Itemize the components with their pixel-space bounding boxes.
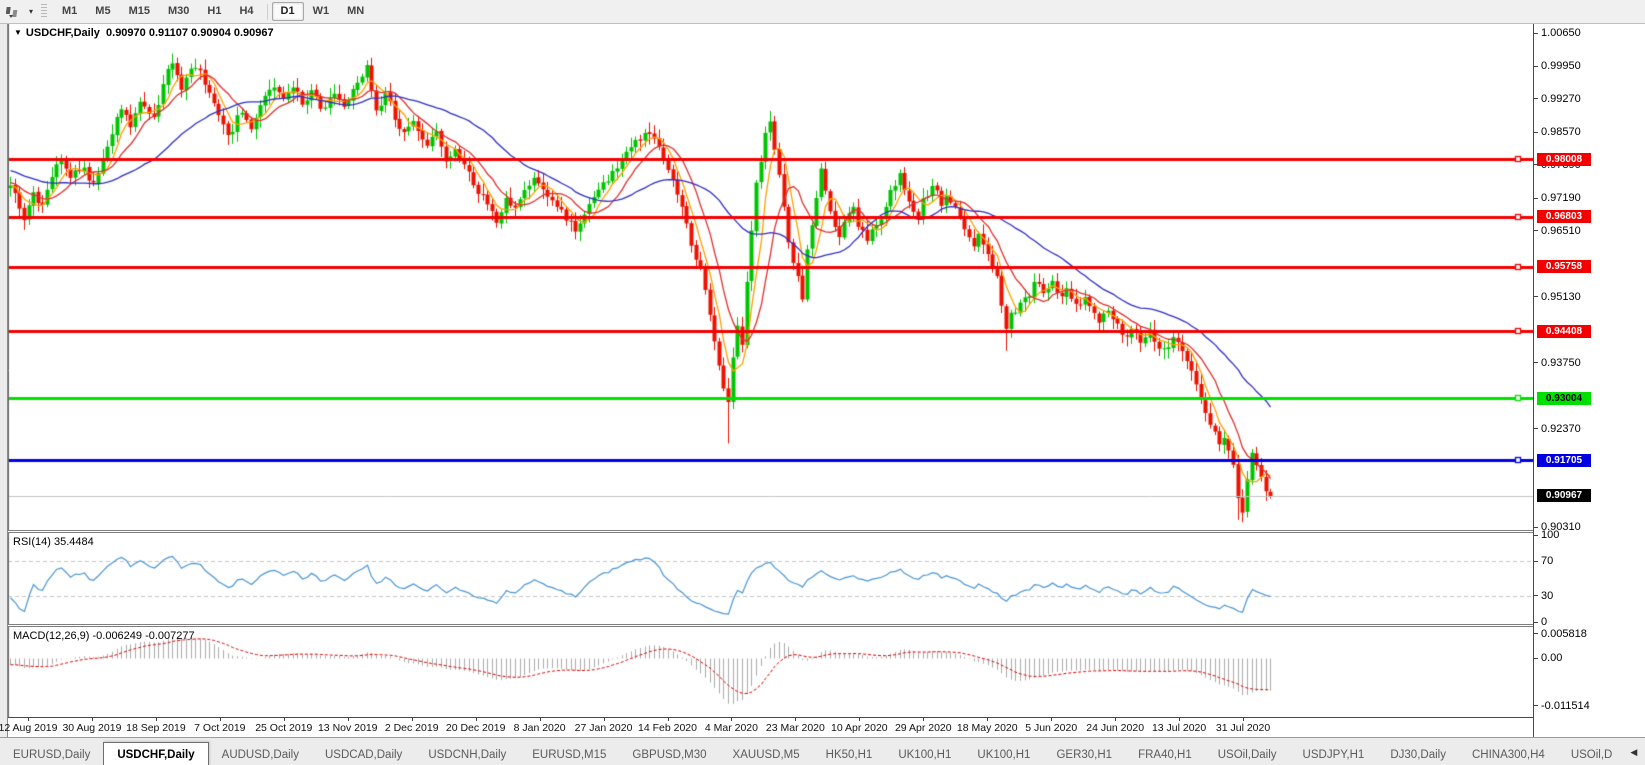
price-tick: 0.98570 (1534, 126, 1581, 138)
hline-price-tag[interactable]: 0.91705 (1537, 454, 1591, 467)
tab-scroll-left-icon[interactable]: ◀ (1625, 744, 1642, 761)
date-tick-mark (156, 718, 157, 721)
mt4-window: ▾ M1M5M15M30H1H4 D1W1MN ▼ USDCHF,Daily 0.9… (0, 0, 1645, 765)
pane-separator-macd[interactable] (8, 624, 1645, 627)
rsi-scale-tick: 100 (1534, 529, 1559, 541)
date-tick-mark (92, 718, 93, 721)
chart-title: ▼ USDCHF,Daily 0.90970 0.91107 0.90904 0.… (14, 27, 274, 39)
chart-tab-bar: EURUSD,DailyUSDCHF,DailyAUDUSD,DailyUSDC… (0, 737, 1645, 765)
tab-usdjpy-h1[interactable]: USDJPY,H1 (1290, 745, 1378, 765)
hline-price-tag[interactable]: 0.95758 (1537, 260, 1591, 273)
macd-values: -0.006249 -0.007277 (92, 630, 194, 642)
price-tick: 0.99950 (1534, 60, 1581, 72)
timeframe-button-h4[interactable]: H4 (230, 2, 262, 21)
current-price-tag: 0.90967 (1537, 489, 1591, 502)
toolbar-grip[interactable] (41, 4, 47, 19)
date-tick-label: 31 Jul 2020 (1198, 722, 1288, 734)
price-tick: 0.96510 (1534, 225, 1581, 237)
macd-indicator-label: MACD(12,26,9) -0.006249 -0.007277 (13, 630, 195, 642)
timeframe-button-w1[interactable]: W1 (304, 2, 339, 21)
rsi-scale-tick: 30 (1534, 590, 1553, 602)
timeframe-button-h1[interactable]: H1 (198, 2, 230, 21)
toolbar-group-divider (267, 4, 268, 20)
hline-price-tag[interactable]: 0.93004 (1537, 392, 1591, 405)
tab-gbpusd-m30[interactable]: GBPUSD,M30 (619, 745, 719, 765)
hline-price-tag[interactable]: 0.96803 (1537, 210, 1591, 223)
date-tick-mark (795, 718, 796, 721)
date-tick-mark (1051, 718, 1052, 721)
tab-usdcad-daily[interactable]: USDCAD,Daily (312, 745, 415, 765)
rsi-value: 35.4484 (54, 536, 94, 548)
tab-fra40-h1[interactable]: FRA40,H1 (1125, 745, 1205, 765)
macd-scale-tick: 0.00 (1534, 652, 1562, 664)
rsi-scale-tick: 0 (1534, 616, 1547, 628)
date-tick-mark (1179, 718, 1180, 721)
date-tick-mark (412, 718, 413, 721)
date-tick-mark (859, 718, 860, 721)
tab-dj30-daily[interactable]: DJ30,Daily (1377, 745, 1459, 765)
tab-uk100-h1[interactable]: UK100,H1 (885, 745, 964, 765)
tab-audusd-daily[interactable]: AUDUSD,Daily (209, 745, 312, 765)
tab-eurusd-daily[interactable]: EURUSD,Daily (0, 745, 103, 765)
tab-usoil-d[interactable]: USOil,D (1558, 745, 1626, 765)
date-tick-mark (540, 718, 541, 721)
pane-separator-rsi[interactable] (8, 530, 1645, 533)
timeframe-button-m5[interactable]: M5 (86, 2, 119, 21)
price-tick: 1.00650 (1534, 27, 1581, 39)
tab-usdchf-daily[interactable]: USDCHF,Daily (103, 742, 208, 765)
chart-quote-ohlc: 0.90970 0.91107 0.90904 0.90967 (106, 27, 274, 39)
tab-hk50-h1[interactable]: HK50,H1 (813, 745, 886, 765)
date-tick-mark (668, 718, 669, 721)
rsi-indicator-label: RSI(14) 35.4484 (13, 536, 94, 548)
tab-usdcnh-daily[interactable]: USDCNH,Daily (415, 745, 519, 765)
date-axis: 12 Aug 201930 Aug 201918 Sep 20197 Oct 2… (8, 717, 1533, 737)
timeframe-buttons: M1M5M15M30H1H4 D1W1MN (53, 2, 373, 21)
timeframe-button-mn[interactable]: MN (338, 2, 373, 21)
macd-scale-tick: -0.011514 (1534, 700, 1590, 712)
date-tick-mark (28, 718, 29, 721)
chart-symbol-label: USDCHF,Daily (26, 27, 100, 39)
date-tick-mark (604, 718, 605, 721)
date-tick-mark (348, 718, 349, 721)
tab-china300-h4[interactable]: CHINA300,H4 (1459, 745, 1558, 765)
date-tick-mark (987, 718, 988, 721)
toolbar: ▾ M1M5M15M30H1H4 D1W1MN (0, 0, 1645, 24)
price-axis: 1.006500.999500.992700.985700.978900.971… (1533, 24, 1645, 737)
tab-uk100-h1[interactable]: UK100,H1 (964, 745, 1043, 765)
date-tick-mark (731, 718, 732, 721)
tab-eurusd-m15[interactable]: EURUSD,M15 (519, 745, 619, 765)
date-tick-mark (1243, 718, 1244, 721)
price-tick: 0.93750 (1534, 357, 1581, 369)
hline-price-tag[interactable]: 0.98008 (1537, 153, 1591, 166)
chart-canvas[interactable] (8, 24, 1533, 717)
symbol-dropdown-icon[interactable]: ▼ (14, 28, 22, 37)
date-tick-mark (923, 718, 924, 721)
tab-xauusd-m5[interactable]: XAUUSD,M5 (720, 745, 813, 765)
price-tick: 0.99270 (1534, 93, 1581, 105)
tab-ger30-h1[interactable]: GER30,H1 (1043, 745, 1125, 765)
window-left-edge (0, 23, 8, 737)
date-tick-mark (476, 718, 477, 721)
macd-name: MACD(12,26,9) (13, 630, 89, 642)
timeframe-button-m15[interactable]: M15 (120, 2, 159, 21)
price-tick: 0.95130 (1534, 291, 1581, 303)
rsi-scale-tick: 70 (1534, 555, 1553, 567)
price-tick: 0.92370 (1534, 423, 1581, 435)
hline-price-tag[interactable]: 0.94408 (1537, 325, 1591, 338)
date-tick-mark (220, 718, 221, 721)
toolbar-dropdown-caret[interactable]: ▾ (25, 7, 37, 16)
tab-usoil-daily[interactable]: USOil,Daily (1205, 745, 1290, 765)
timeframe-button-m1[interactable]: M1 (53, 2, 86, 21)
macd-scale-tick: 0.005818 (1534, 628, 1587, 640)
timeframe-button-m30[interactable]: M30 (159, 2, 198, 21)
date-tick-mark (284, 718, 285, 721)
tab-scroll-arrows: ◀▶ (1625, 738, 1645, 765)
date-tick-mark (1115, 718, 1116, 721)
rsi-name: RSI(14) (13, 536, 51, 548)
price-tick: 0.97190 (1534, 192, 1581, 204)
timeframe-button-d1[interactable]: D1 (272, 2, 304, 21)
charts-toolbar-icon[interactable] (3, 3, 25, 21)
